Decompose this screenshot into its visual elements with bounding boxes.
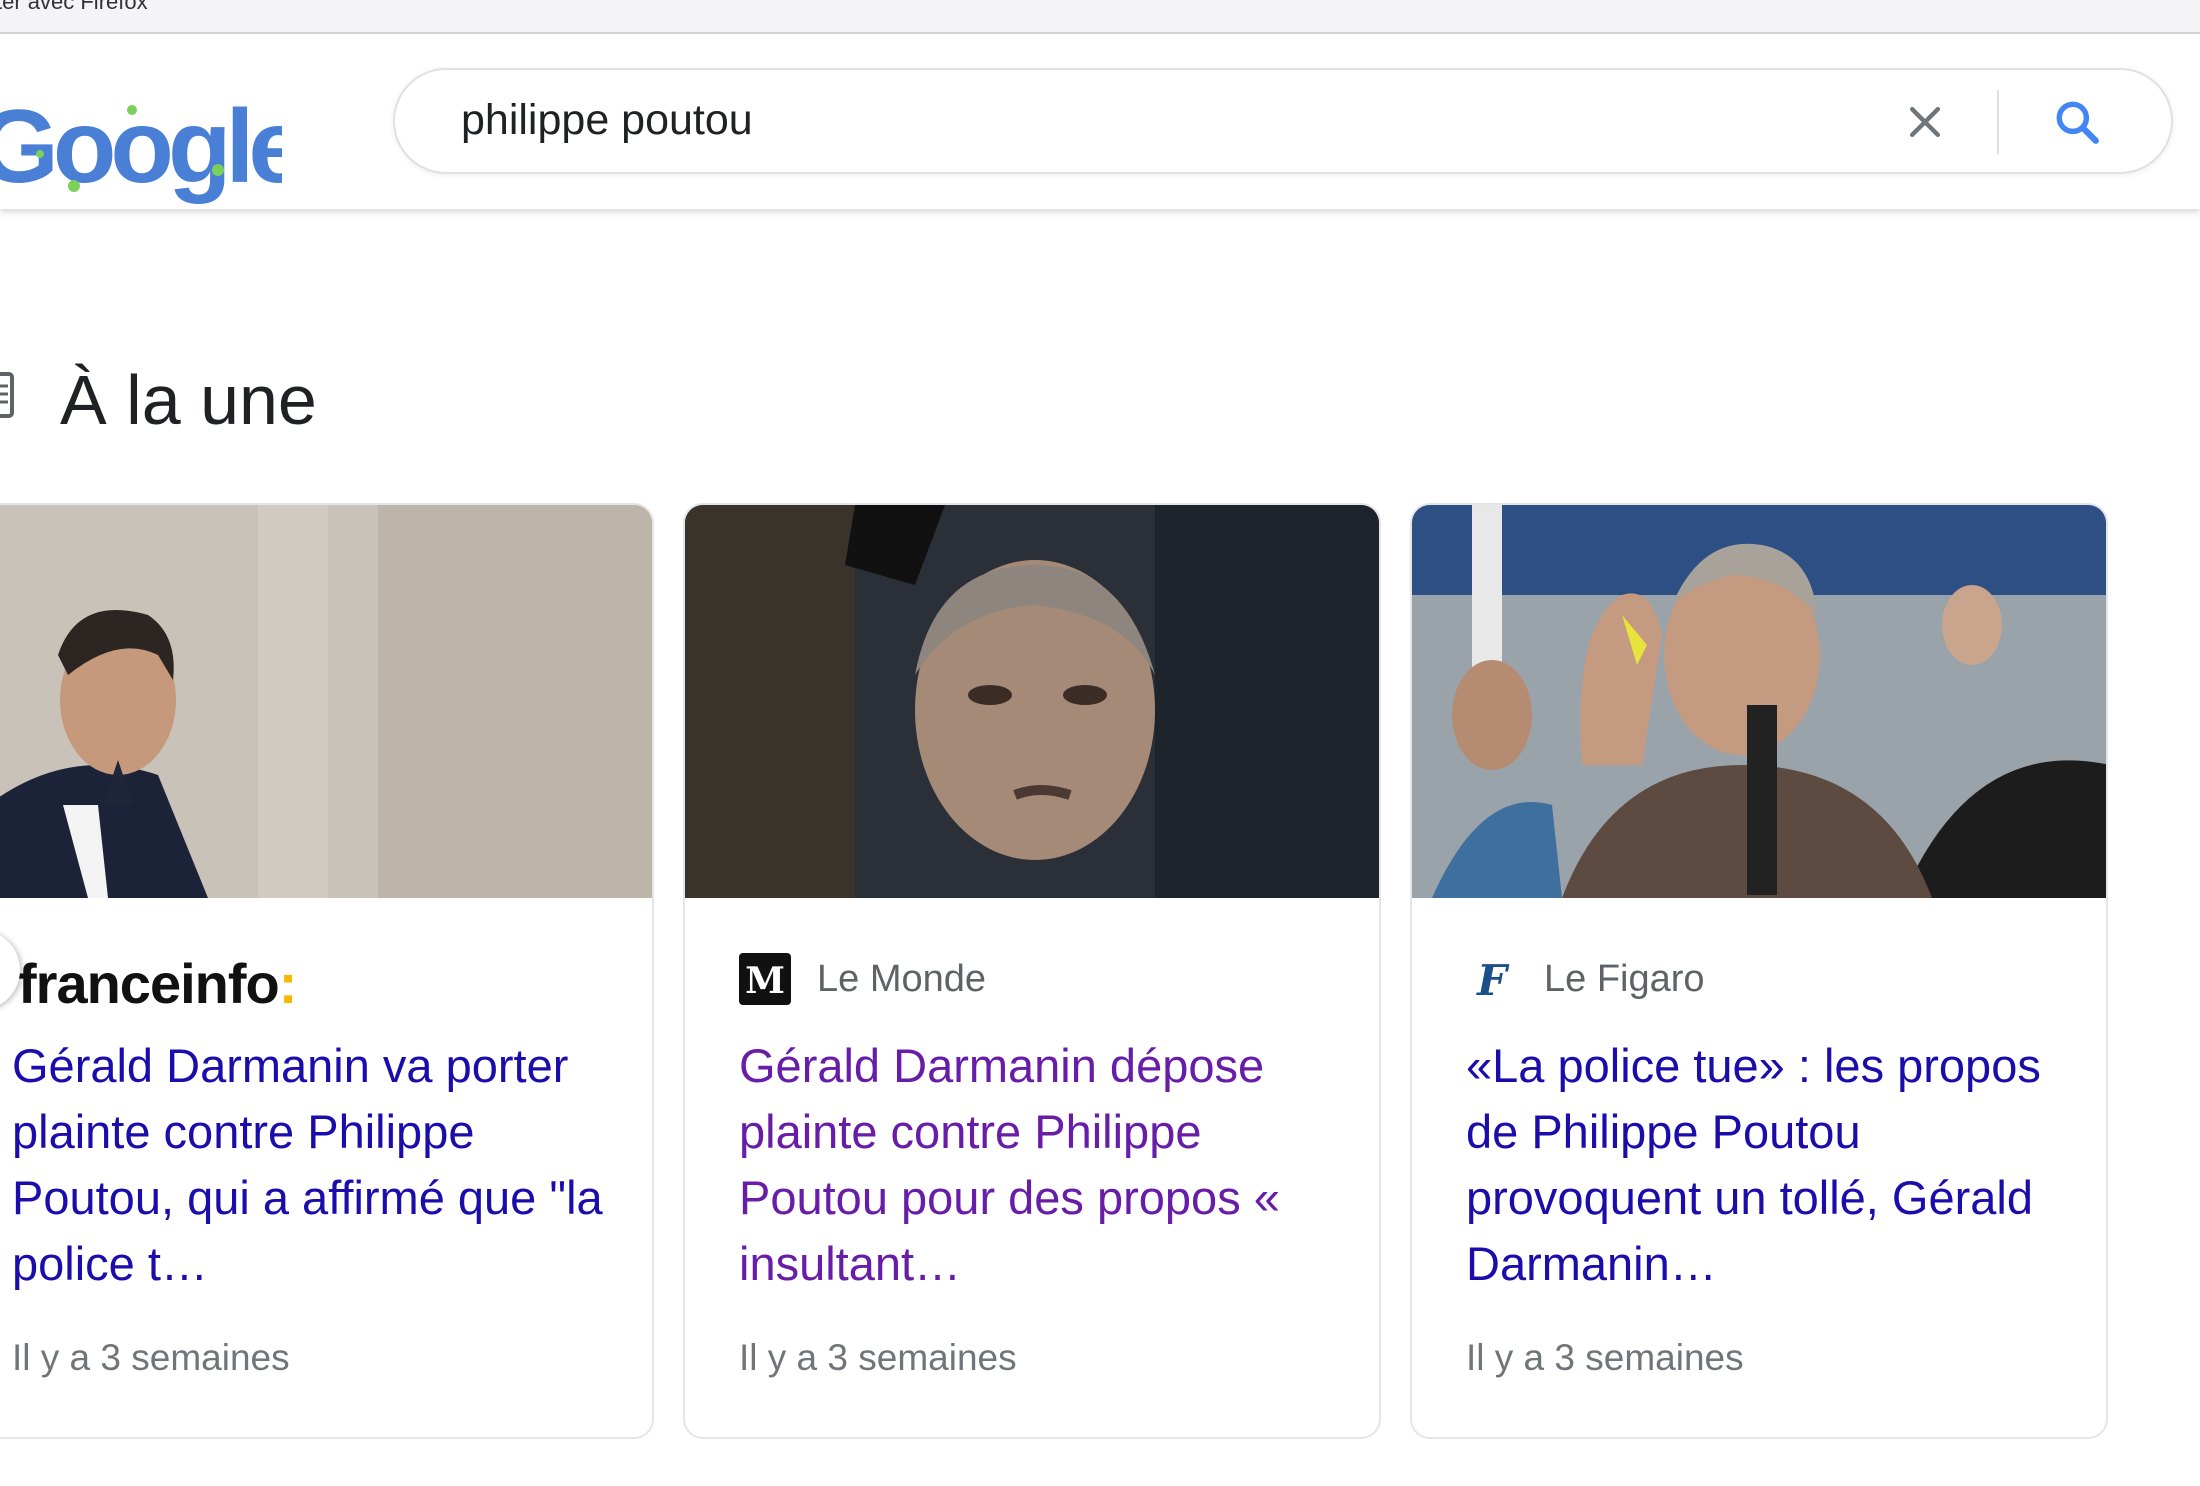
news-headline[interactable]: Gérald Darmanin dépose plainte contre Ph…: [739, 1033, 1339, 1297]
svg-text:Google: Google: [0, 89, 282, 205]
browser-banner-text: ter avec Firefox: [0, 0, 148, 14]
news-time: Il y a 3 semaines: [1466, 1337, 1744, 1378]
thumbnail-image: [685, 505, 1379, 898]
news-card[interactable]: franceinfo: Gérald Darmanin va porter pl…: [0, 503, 654, 1439]
browser-notification-bar: ter avec Firefox: [0, 0, 2200, 34]
news-card[interactable]: M Le Monde Gérald Darmanin dépose plaint…: [683, 503, 1381, 1439]
le-monde-icon: M: [739, 953, 791, 1005]
search-button[interactable]: [2045, 90, 2109, 154]
search-input[interactable]: philippe poutou: [461, 96, 753, 145]
thumbnail-image: [0, 505, 652, 898]
news-source: M Le Monde: [739, 949, 986, 1009]
news-time: Il y a 3 semaines: [739, 1337, 1017, 1378]
search-icon: [2056, 101, 2099, 144]
search-box[interactable]: philippe poutou: [393, 68, 2173, 174]
newspaper-icon: [0, 372, 16, 425]
search-header: Google philippe poutou: [0, 34, 2200, 209]
google-doodle-logo: Google: [0, 89, 309, 205]
news-card[interactable]: F Le Figaro «La police tue» : les propos…: [1410, 503, 2108, 1439]
section-title: À la une: [60, 361, 317, 439]
source-name: Le Monde: [817, 957, 987, 1000]
source-logo-franceinfo: franceinfo:: [18, 952, 297, 1015]
thumbnail-image: [1412, 505, 2106, 898]
svg-text:F: F: [1476, 956, 1510, 1005]
close-icon: [1909, 106, 1941, 138]
news-headline[interactable]: Gérald Darmanin va porter plainte contre…: [12, 1033, 612, 1297]
news-source: F Le Figaro: [1466, 949, 1705, 1009]
news-time: Il y a 3 semaines: [12, 1337, 290, 1378]
search-divider: [1997, 90, 1999, 154]
google-logo[interactable]: Google: [0, 74, 309, 214]
news-thumbnail[interactable]: [685, 505, 1379, 898]
news-headline[interactable]: «La police tue» : les propos de Philippe…: [1466, 1033, 2066, 1297]
source-name: Le Figaro: [1544, 957, 1705, 1000]
svg-text:M: M: [745, 960, 785, 1002]
news-thumbnail[interactable]: [1412, 505, 2106, 898]
clear-search-button[interactable]: [1895, 92, 1955, 152]
le-figaro-icon: F: [1466, 953, 1518, 1005]
news-thumbnail[interactable]: [0, 505, 652, 898]
